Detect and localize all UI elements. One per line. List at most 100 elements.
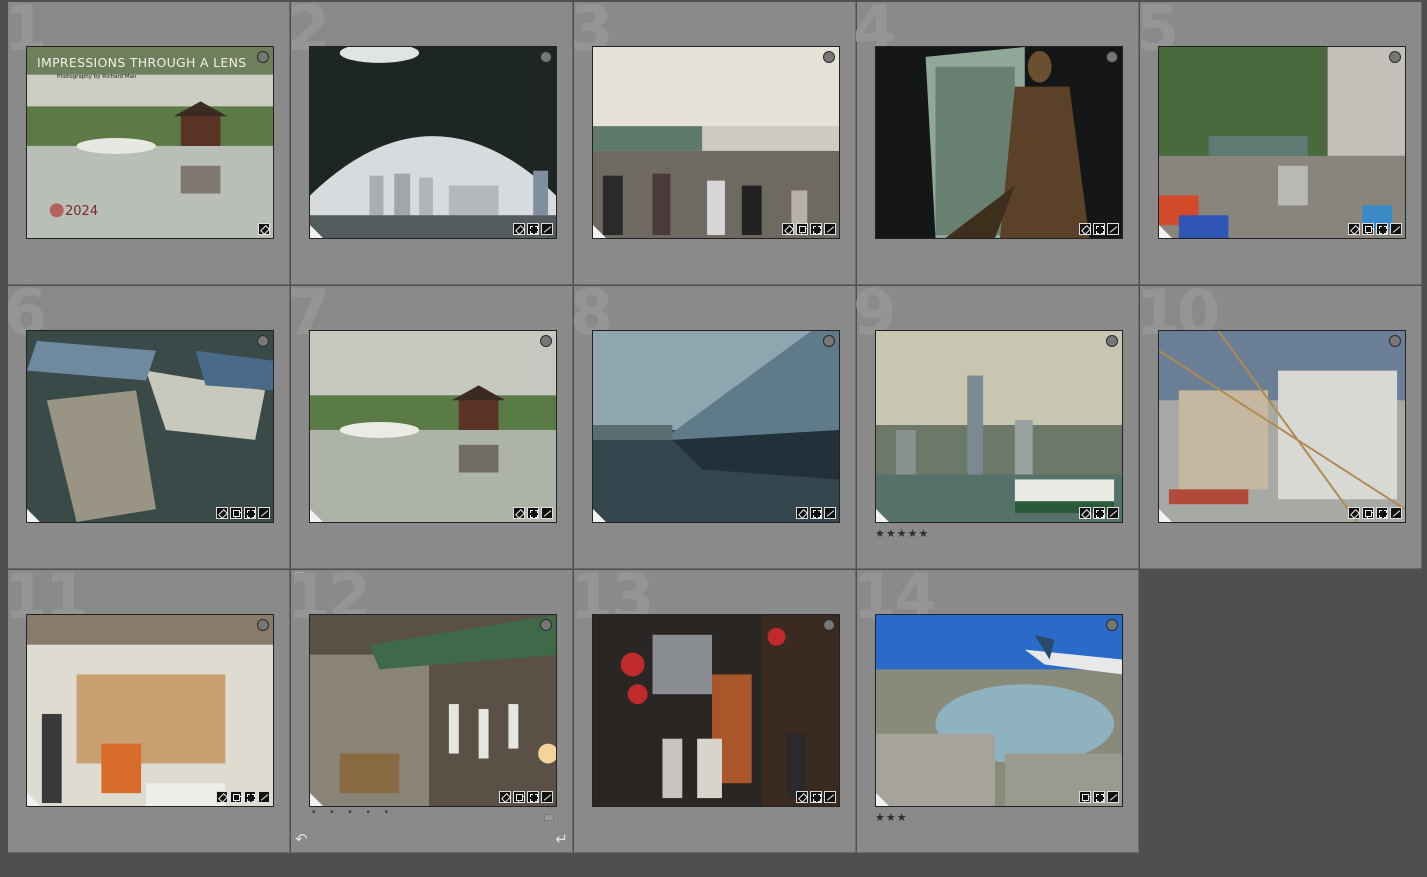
crop-icon[interactable] — [527, 507, 539, 519]
thumbnail-bronze-statue[interactable] — [875, 46, 1123, 239]
thumbnail-scaffolding[interactable] — [1158, 330, 1406, 523]
keyword-tag-icon[interactable] — [782, 223, 794, 235]
keyword-tag-icon[interactable] — [513, 507, 525, 519]
keyword-tag-icon[interactable] — [216, 507, 228, 519]
keyword-tag-icon[interactable] — [1348, 223, 1360, 235]
keyword-tag-icon[interactable] — [499, 791, 511, 803]
pick-status-icon[interactable] — [540, 51, 552, 63]
develop-adjusted-icon[interactable] — [1107, 791, 1119, 803]
pick-status-icon[interactable] — [257, 619, 269, 631]
stack-icon[interactable] — [1362, 223, 1374, 235]
pick-status-icon[interactable] — [1389, 51, 1401, 63]
star-rating[interactable]: ★★★ — [875, 811, 908, 824]
grid-cell-13[interactable]: 13 — [570, 566, 856, 853]
grid-cell-7[interactable]: 7 — [287, 282, 573, 569]
grid-cell-3[interactable]: 3 — [570, 0, 856, 285]
keyword-tag-icon[interactable] — [796, 507, 808, 519]
stack-icon[interactable] — [1362, 507, 1374, 519]
thumbnail-modern-building[interactable] — [592, 330, 840, 523]
crop-icon[interactable] — [1376, 223, 1388, 235]
crop-icon[interactable] — [244, 507, 256, 519]
crop-icon[interactable] — [244, 791, 256, 803]
crop-icon[interactable] — [1376, 507, 1388, 519]
crop-icon[interactable] — [527, 223, 539, 235]
crop-icon[interactable] — [1093, 223, 1105, 235]
rotate-right-icon[interactable]: ↵ — [555, 830, 568, 848]
thumbnail-boats[interactable] — [26, 330, 274, 523]
grid-cell-5[interactable]: 5 — [1136, 0, 1422, 285]
pick-status-icon[interactable] — [257, 335, 269, 347]
thumbnail-cover[interactable]: IMPRESSIONS THROUGH A LENS Photography b… — [26, 46, 274, 239]
color-label-icon[interactable] — [544, 814, 554, 821]
pick-status-icon[interactable] — [257, 51, 269, 63]
grid-cell-14[interactable]: 14 ★★★ — [853, 566, 1139, 853]
grid-cell-9[interactable]: 9 ★★★★★ — [853, 282, 1139, 569]
grid-cell-10[interactable]: 10 — [1136, 282, 1422, 569]
pick-status-icon[interactable] — [1106, 51, 1118, 63]
stack-icon[interactable] — [796, 223, 808, 235]
develop-adjusted-icon[interactable] — [258, 791, 270, 803]
thumbnail-harbour-skyline[interactable] — [875, 330, 1123, 523]
pick-status-icon[interactable] — [1389, 335, 1401, 347]
rotate-left-icon[interactable]: ↶ — [295, 830, 308, 848]
thumbnail-architecture-arch[interactable] — [309, 46, 557, 239]
thumbnail-lantern-street[interactable] — [592, 614, 840, 807]
crop-icon[interactable] — [1093, 507, 1105, 519]
pick-status-icon[interactable] — [823, 335, 835, 347]
keyword-tag-icon[interactable] — [1079, 223, 1091, 235]
stack-icon[interactable] — [1079, 791, 1091, 803]
crop-icon[interactable] — [527, 791, 539, 803]
pick-status-icon[interactable] — [540, 619, 552, 631]
develop-adjusted-icon[interactable] — [824, 791, 836, 803]
develop-adjusted-icon[interactable] — [824, 507, 836, 519]
develop-adjusted-icon[interactable] — [258, 507, 270, 519]
crop-icon[interactable] — [1093, 791, 1105, 803]
keyword-tag-icon[interactable] — [258, 223, 270, 235]
develop-adjusted-icon[interactable] — [541, 791, 553, 803]
pick-status-icon[interactable] — [540, 335, 552, 347]
thumbnail-pavilion[interactable] — [309, 330, 557, 523]
develop-adjusted-icon[interactable] — [541, 223, 553, 235]
thumbnail-roast-shop[interactable] — [26, 614, 274, 807]
pick-status-icon[interactable] — [1106, 619, 1118, 631]
star-rating[interactable]: ★★★★★ — [875, 527, 929, 540]
grid-cell-1[interactable]: 1 IMPRESSIONS THROUGH A LENS Photography… — [4, 0, 290, 285]
thumbnail-aerial-city[interactable] — [875, 614, 1123, 807]
stack-icon[interactable] — [230, 507, 242, 519]
crop-icon[interactable] — [810, 223, 822, 235]
crop-icon[interactable] — [810, 791, 822, 803]
photo-image — [593, 47, 839, 238]
develop-adjusted-icon[interactable] — [1107, 507, 1119, 519]
rating-dots[interactable]: • • • • • — [311, 808, 394, 818]
grid-cell-2[interactable]: 2 — [287, 0, 573, 285]
virtual-copy-corner-icon — [593, 225, 606, 238]
stack-icon[interactable] — [230, 791, 242, 803]
develop-adjusted-icon[interactable] — [541, 507, 553, 519]
keyword-tag-icon[interactable] — [796, 791, 808, 803]
thumbnail-rooftop-junk[interactable] — [1158, 46, 1406, 239]
develop-adjusted-icon[interactable] — [824, 223, 836, 235]
grid-cell-12[interactable]: 12 • • • • • ↶ ↵ — [287, 566, 573, 853]
thumbnail-street-crowd[interactable] — [592, 46, 840, 239]
pick-status-icon[interactable] — [823, 619, 835, 631]
crop-icon[interactable] — [810, 507, 822, 519]
photo-image — [593, 615, 839, 806]
keyword-tag-icon[interactable] — [1348, 507, 1360, 519]
virtual-copy-corner-icon — [27, 793, 40, 806]
develop-adjusted-icon[interactable] — [1107, 223, 1119, 235]
thumbnail-hanging-items[interactable] — [309, 614, 557, 807]
stack-icon[interactable] — [513, 791, 525, 803]
grid-cell-4[interactable]: 4 — [853, 0, 1139, 285]
virtual-copy-corner-icon — [1159, 225, 1172, 238]
grid-cell-6[interactable]: 6 — [4, 282, 290, 569]
develop-adjusted-icon[interactable] — [1390, 223, 1402, 235]
grid-cell-8[interactable]: 8 — [570, 282, 856, 569]
keyword-tag-icon[interactable] — [1079, 507, 1091, 519]
grid-cell-11[interactable]: 11 — [4, 566, 290, 853]
keyword-tag-icon[interactable] — [513, 223, 525, 235]
badge-group — [1348, 507, 1402, 519]
keyword-tag-icon[interactable] — [216, 791, 228, 803]
pick-status-icon[interactable] — [1106, 335, 1118, 347]
develop-adjusted-icon[interactable] — [1390, 507, 1402, 519]
pick-status-icon[interactable] — [823, 51, 835, 63]
